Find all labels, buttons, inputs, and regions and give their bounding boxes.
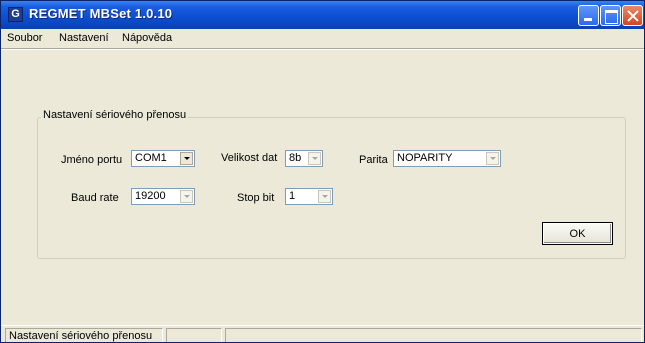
status-bar: Nastavení sériového přenosu (1, 325, 644, 342)
baud-label: Baud rate (71, 192, 119, 204)
chevron-down-icon[interactable] (486, 152, 499, 165)
datasize-value: 8b (289, 152, 302, 164)
menu-napoveda[interactable]: Nápověda (122, 32, 172, 44)
title-bar[interactable]: G REGMET MBSet 1.0.10 (1, 1, 644, 29)
port-label: Jméno portu (61, 154, 123, 166)
baud-value: 19200 (135, 190, 166, 202)
parity-label: Parita (359, 154, 388, 166)
menu-soubor[interactable]: Soubor (7, 32, 42, 44)
maximize-button[interactable] (600, 5, 621, 26)
app-window: G REGMET MBSet 1.0.10 Soubor Nastavení N… (0, 0, 645, 343)
chevron-down-icon[interactable] (180, 190, 193, 203)
port-value: COM1 (135, 152, 167, 164)
close-button[interactable] (622, 5, 643, 26)
app-icon[interactable]: G (8, 7, 23, 22)
parity-value: NOPARITY (397, 152, 453, 164)
menu-nastaveni[interactable]: Nastavení (59, 32, 109, 44)
menu-divider (1, 48, 644, 50)
serial-settings-legend: Nastavení sériového přenosu (41, 109, 189, 121)
datasize-label: Velikost dat (221, 152, 278, 164)
stopbit-combo[interactable]: 1 (285, 188, 333, 205)
status-pane-3 (225, 328, 642, 342)
status-pane-2 (166, 328, 222, 342)
window-title: REGMET MBSet 1.0.10 (29, 6, 173, 21)
baud-combo[interactable]: 19200 (131, 188, 195, 205)
ok-button[interactable]: OK (542, 222, 613, 245)
stopbit-label: Stop bit (237, 192, 275, 204)
minimize-button[interactable] (578, 5, 599, 26)
menu-bar: Soubor Nastavení Nápověda (1, 29, 644, 48)
chevron-down-icon[interactable] (180, 152, 193, 165)
chevron-down-icon[interactable] (318, 190, 331, 203)
datasize-combo[interactable]: 8b (285, 150, 323, 167)
chevron-down-icon[interactable] (308, 152, 321, 165)
parity-combo[interactable]: NOPARITY (393, 150, 501, 167)
port-combo[interactable]: COM1 (131, 150, 195, 167)
stopbit-value: 1 (289, 190, 296, 202)
status-pane-main: Nastavení sériového přenosu (5, 328, 163, 342)
